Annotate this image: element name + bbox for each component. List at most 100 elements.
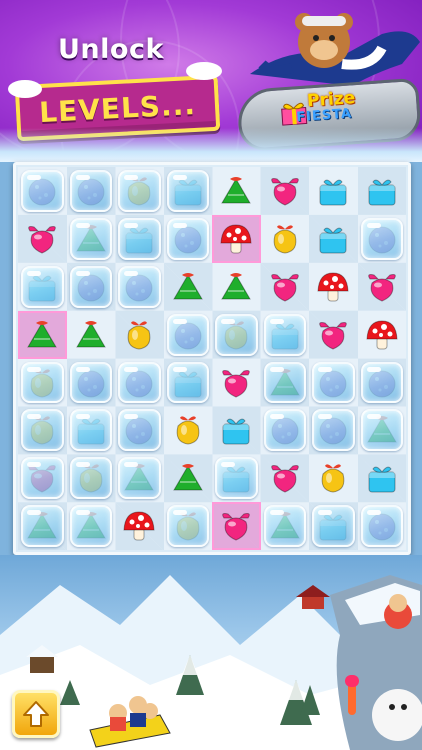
- board-tile[interactable]: [261, 167, 310, 215]
- board-tile[interactable]: [18, 215, 67, 263]
- ice-block: [360, 505, 403, 548]
- board-tile[interactable]: [67, 406, 116, 454]
- board-tile[interactable]: [358, 454, 407, 502]
- board-tile[interactable]: [358, 167, 407, 215]
- board-tile[interactable]: [212, 406, 261, 454]
- board-tile[interactable]: [358, 263, 407, 311]
- mushroom-icon: [220, 224, 252, 254]
- board-tile[interactable]: [18, 454, 67, 502]
- board-tile[interactable]: [164, 406, 213, 454]
- board-tile[interactable]: [164, 454, 213, 502]
- board-tile[interactable]: [309, 359, 358, 407]
- board-tile[interactable]: [115, 311, 164, 359]
- bell-icon: [127, 321, 151, 350]
- board-tile[interactable]: [261, 263, 310, 311]
- board-tile[interactable]: [309, 406, 358, 454]
- board-tile[interactable]: [164, 167, 213, 215]
- gift-icon: [222, 418, 250, 445]
- ice-block: [69, 361, 112, 404]
- board-tile[interactable]: [115, 454, 164, 502]
- candy-icon: [319, 321, 348, 350]
- board-tile[interactable]: [67, 502, 116, 550]
- board-tile[interactable]: [358, 215, 407, 263]
- board-tile[interactable]: [164, 502, 213, 550]
- ice-block: [21, 170, 64, 212]
- board-tile[interactable]: [164, 359, 213, 407]
- board-tile[interactable]: [67, 263, 116, 311]
- board-tile[interactable]: [164, 311, 213, 359]
- tree-icon: [221, 272, 252, 300]
- board-tile[interactable]: [18, 406, 67, 454]
- ice-block: [263, 361, 306, 404]
- board-tile[interactable]: [212, 214, 261, 263]
- mascot-bear-icon: [250, 13, 420, 86]
- board-tile[interactable]: [309, 311, 358, 359]
- ice-block: [69, 217, 112, 260]
- board-tile[interactable]: [261, 215, 310, 263]
- prize-fiesta-logo: Prize FIESTA: [277, 88, 377, 134]
- board-tile[interactable]: [67, 454, 116, 502]
- ice-block: [166, 170, 209, 212]
- board-tile[interactable]: [261, 406, 310, 454]
- board-tile[interactable]: [212, 311, 261, 359]
- board-tile[interactable]: [309, 167, 358, 215]
- gift-icon: [319, 227, 347, 254]
- board-tile[interactable]: [309, 454, 358, 502]
- board-tile[interactable]: [115, 406, 164, 454]
- board-tile[interactable]: [18, 310, 67, 359]
- board-tile[interactable]: [18, 359, 67, 407]
- board-tile[interactable]: [115, 359, 164, 407]
- board-tile[interactable]: [18, 263, 67, 311]
- game-board: [18, 167, 407, 551]
- board-tile[interactable]: [18, 167, 67, 215]
- board-tile[interactable]: [212, 454, 261, 502]
- scroll-up-button[interactable]: [12, 690, 60, 738]
- snow-cap: [186, 62, 222, 80]
- ice-block: [69, 170, 112, 212]
- board-tile[interactable]: [164, 215, 213, 263]
- board-tile[interactable]: [67, 215, 116, 263]
- board-tile[interactable]: [212, 263, 261, 311]
- candy-icon: [28, 225, 57, 254]
- board-tile[interactable]: [212, 167, 261, 215]
- board-tile[interactable]: [261, 502, 310, 550]
- mushroom-icon: [366, 320, 398, 350]
- ice-block: [21, 457, 64, 500]
- ice-block: [69, 505, 112, 548]
- ice-block: [166, 505, 209, 548]
- ice-block: [263, 313, 306, 356]
- ice-block: [312, 409, 355, 452]
- board-tile[interactable]: [212, 359, 261, 407]
- board-tile[interactable]: [358, 406, 407, 454]
- board-tile[interactable]: [309, 263, 358, 311]
- ice-block: [360, 361, 403, 404]
- board-tile[interactable]: [164, 263, 213, 311]
- board-tile[interactable]: [18, 502, 67, 550]
- board-tile[interactable]: [309, 215, 358, 263]
- ice-block: [312, 505, 355, 548]
- board-tile[interactable]: [115, 263, 164, 311]
- ice-block: [263, 409, 306, 452]
- ice-block: [166, 217, 209, 260]
- tree-icon: [172, 272, 203, 300]
- candy-icon: [270, 273, 299, 302]
- board-tile[interactable]: [67, 311, 116, 359]
- board-tile[interactable]: [358, 502, 407, 550]
- board-tile[interactable]: [358, 359, 407, 407]
- bell-icon: [176, 416, 200, 445]
- board-tile[interactable]: [212, 502, 261, 551]
- board-tile[interactable]: [261, 359, 310, 407]
- board-tile[interactable]: [115, 167, 164, 215]
- board-tile[interactable]: [67, 167, 116, 215]
- gift-icon: [319, 179, 347, 206]
- board-tile[interactable]: [261, 454, 310, 502]
- ice-block: [69, 457, 112, 500]
- board-tile[interactable]: [309, 502, 358, 550]
- board-tile[interactable]: [115, 215, 164, 263]
- ice-block: [118, 265, 161, 308]
- ice-block: [118, 170, 161, 212]
- board-tile[interactable]: [115, 502, 164, 550]
- board-tile[interactable]: [67, 359, 116, 407]
- board-tile[interactable]: [358, 311, 407, 359]
- board-tile[interactable]: [261, 311, 310, 359]
